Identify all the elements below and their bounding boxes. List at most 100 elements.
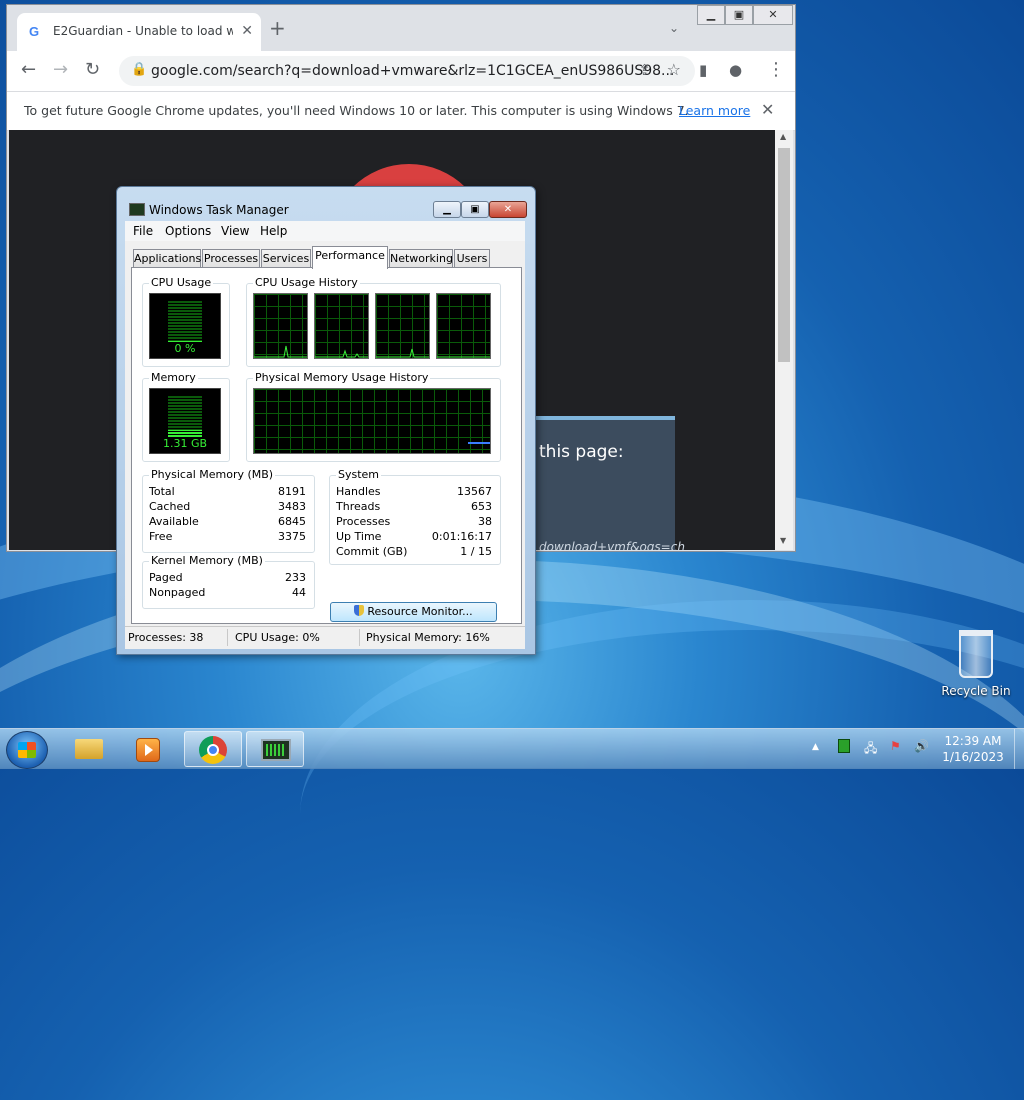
address-bar[interactable]: 🔒 google.com/search?q=download+vmware&rl… (119, 56, 695, 86)
cpu-history-group: CPU Usage History (246, 276, 501, 367)
close-button[interactable]: ✕ (489, 201, 527, 218)
taskbar-chrome[interactable] (184, 731, 242, 767)
chrome-close-button[interactable]: ✕ (753, 5, 793, 25)
cpu-history-title: CPU Usage History (253, 276, 360, 289)
physical-memory-row: Available 6845 (149, 515, 306, 528)
tab-applications[interactable]: Applications (133, 249, 201, 268)
browser-tab[interactable]: G E2Guardian - Unable to load web ✕ (17, 13, 261, 51)
cpu-history-graph-4 (436, 293, 491, 359)
cpu-history-graph-2 (314, 293, 369, 359)
scrollbar-thumb[interactable] (778, 148, 790, 362)
taskbar-media-player[interactable] (120, 731, 178, 767)
url-text[interactable]: google.com/search?q=download+vmware&rlz=… (151, 63, 674, 79)
infobar-close-icon[interactable]: ✕ (761, 100, 774, 119)
status-physical-memory: Physical Memory: 16% (366, 631, 490, 644)
menu-file[interactable]: File (133, 224, 153, 238)
memory-history-title: Physical Memory Usage History (253, 371, 431, 384)
kernel-memory-group: Kernel Memory (MB) Paged 233 Nonpaged 44 (142, 554, 315, 609)
cpu-usage-meter: 0 % (149, 293, 221, 359)
system-title: System (336, 468, 382, 481)
forward-arrow-icon[interactable]: → (53, 59, 68, 80)
cpu-usage-title: CPU Usage (149, 276, 214, 289)
menu-view[interactable]: View (221, 224, 249, 238)
system-row: Commit (GB) 1 / 15 (336, 545, 492, 558)
taskbar: ▲ 🖧 ⚑ 🔊 12:39 AM 1/16/2023 (0, 728, 1024, 769)
tab-search-chevron-icon[interactable]: ⌄ (669, 21, 679, 35)
physical-memory-row: Total 8191 (149, 485, 306, 498)
maximize-button[interactable]: ▣ (461, 201, 489, 218)
resource-monitor-label: Resource Monitor... (367, 605, 473, 618)
task-manager-window: Windows Task Manager ▁ ▣ ✕ File Options … (116, 186, 536, 655)
share-icon[interactable]: ⇪ (638, 61, 651, 79)
recycle-bin-graphic (959, 630, 993, 678)
clock[interactable]: 12:39 AM 1/16/2023 (940, 733, 1006, 765)
window-title: Windows Task Manager (149, 203, 289, 217)
bookmark-star-icon[interactable]: ☆ (667, 60, 681, 79)
task-manager-icon (261, 739, 291, 761)
cpu-usage-value: 0 % (174, 342, 196, 355)
physical-memory-title: Physical Memory (MB) (149, 468, 276, 481)
cpu-usage-group: CPU Usage 0 % (142, 276, 230, 367)
side-panel-icon[interactable]: ▮ (699, 61, 707, 79)
tab-performance[interactable]: Performance (312, 246, 388, 269)
physical-memory-row: Free 3375 (149, 530, 306, 543)
chrome-maximize-button[interactable]: ▣ (725, 5, 753, 25)
start-button[interactable] (6, 731, 48, 769)
new-tab-button[interactable]: + (269, 18, 286, 38)
cpu-history-graph-1 (253, 293, 308, 359)
show-desktop-button[interactable] (1014, 729, 1024, 769)
clock-time: 12:39 AM (944, 734, 1002, 748)
back-arrow-icon[interactable]: ← (21, 59, 36, 80)
browser-toolbar: ← → ↻ 🔒 google.com/search?q=download+vmw… (7, 51, 795, 91)
tab-networking[interactable]: Networking (389, 249, 453, 268)
minimize-button[interactable]: ▁ (433, 201, 461, 218)
status-processes: Processes: 38 (128, 631, 204, 644)
system-row: Threads 653 (336, 500, 492, 513)
chrome-minimize-button[interactable]: ▁ (697, 5, 725, 25)
show-hidden-icons-icon[interactable]: ▲ (812, 742, 819, 752)
kernel-memory-row: Paged 233 (149, 571, 306, 584)
tab-strip: G E2Guardian - Unable to load web ✕ + ⌄ … (7, 5, 795, 51)
system-row: Handles 13567 (336, 485, 492, 498)
task-manager-tray-icon[interactable] (838, 739, 850, 753)
physical-memory-row: Cached 3483 (149, 500, 306, 513)
scroll-down-arrow-icon[interactable]: ▼ (780, 536, 786, 545)
status-cpu-usage: CPU Usage: 0% (235, 631, 320, 644)
tab-users[interactable]: Users (454, 249, 490, 268)
menu-options[interactable]: Options (165, 224, 211, 238)
memory-history-group: Physical Memory Usage History (246, 371, 501, 462)
system-row: Up Time 0:01:16:17 (336, 530, 492, 543)
menu-bar: File Options View Help (125, 221, 525, 241)
volume-icon[interactable]: 🔊 (914, 739, 929, 753)
tab-processes[interactable]: Processes (202, 249, 260, 268)
tab-close-icon[interactable]: ✕ (241, 23, 253, 39)
kebab-menu-icon[interactable]: ⋮ (767, 59, 785, 80)
page-url-text: download+vmf&oqs=ch (539, 540, 685, 550)
system-row: Processes 38 (336, 515, 492, 528)
tab-row: Applications Processes Services Performa… (125, 246, 525, 269)
profile-avatar-icon[interactable]: ● (729, 61, 742, 79)
taskbar-task-manager[interactable] (246, 731, 304, 767)
update-infobar: To get future Google Chrome updates, you… (7, 91, 795, 131)
vertical-scrollbar[interactable]: ▲ ▼ (775, 130, 793, 550)
memory-group: Memory 1.31 GB (142, 371, 230, 462)
tab-services[interactable]: Services (261, 249, 311, 268)
task-manager-client: File Options View Help Applications Proc… (125, 221, 525, 649)
recycle-bin-icon[interactable]: Recycle Bin (940, 630, 1012, 698)
lock-icon[interactable]: 🔒 (131, 62, 147, 77)
learn-more-link[interactable]: Learn more (679, 103, 750, 118)
taskbar-explorer[interactable] (60, 731, 118, 767)
system-group: System Handles 13567 Threads 653 Process… (329, 468, 501, 565)
task-manager-titlebar[interactable]: Windows Task Manager ▁ ▣ ✕ (117, 187, 535, 223)
scroll-up-arrow-icon[interactable]: ▲ (780, 132, 786, 141)
status-bar: Processes: 38 CPU Usage: 0% Physical Mem… (125, 626, 525, 648)
resource-monitor-button[interactable]: Resource Monitor... (330, 602, 497, 622)
reload-icon[interactable]: ↻ (85, 59, 100, 80)
windows-logo-icon (18, 742, 36, 758)
cpu-history-graph-3 (375, 293, 430, 359)
action-center-flag-icon[interactable]: ⚑ (890, 739, 901, 753)
menu-help[interactable]: Help (260, 224, 287, 238)
network-icon[interactable]: 🖧 (864, 739, 877, 760)
task-manager-icon (129, 203, 145, 216)
page-heading: this page: (539, 442, 624, 462)
